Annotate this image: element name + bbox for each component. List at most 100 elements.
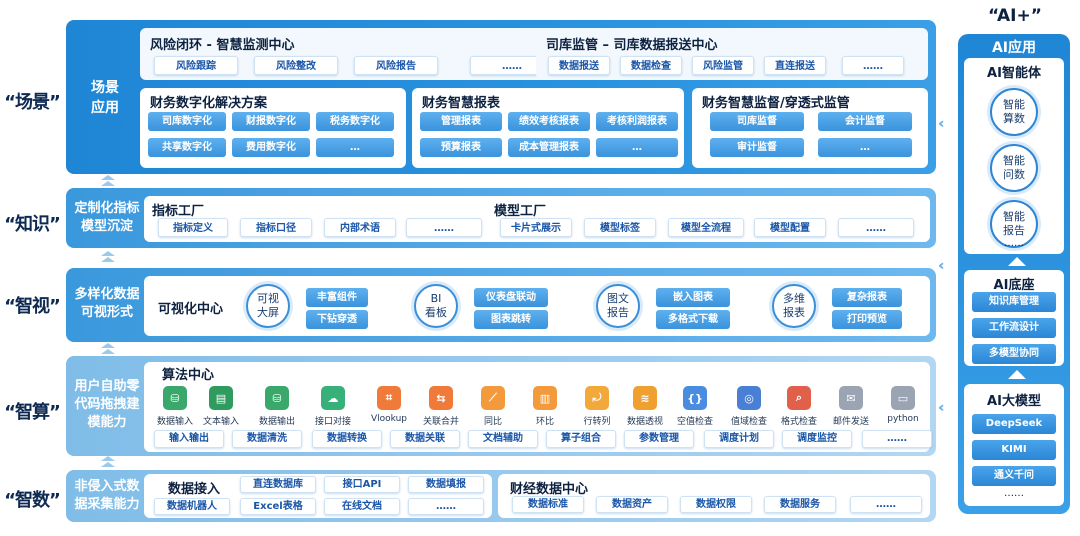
smart-calc-button[interactable]: 智能 算数	[990, 88, 1038, 136]
ai-base-workflow[interactable]: 工作流设计	[972, 318, 1056, 338]
vision-item-dashboard-link[interactable]: 仪表盘联动	[474, 288, 548, 307]
finance-item-permission[interactable]: 数据权限	[680, 496, 752, 513]
compute-pill[interactable]: 文档辅助	[468, 430, 538, 448]
up-arrow-icon	[100, 456, 116, 468]
model-item-more[interactable]: ……	[838, 218, 914, 237]
access-item-robot[interactable]: 数据机器人	[154, 498, 230, 515]
llm-kimi[interactable]: KIMI	[972, 440, 1056, 460]
digital-item-tax[interactable]: 税务数字化	[316, 112, 394, 131]
supervision-item-treasury[interactable]: 司库监督	[710, 112, 804, 131]
treasury-item-submit[interactable]: 数据报送	[548, 56, 610, 75]
row-label-vision: “智视”	[4, 296, 61, 317]
data-access-panel: 数据接入 直连数据库 接口API 数据填报 数据机器人 Excel表格 在线文档…	[144, 474, 492, 518]
double-chevron-left-icon: ‹‹	[938, 400, 943, 416]
compute-pill[interactable]: 输入输出	[154, 430, 224, 448]
access-item-fill[interactable]: 数据填报	[408, 476, 484, 493]
model-item-process[interactable]: 模型全流程	[668, 218, 744, 237]
vision-item-download[interactable]: 多格式下载	[656, 310, 730, 329]
compute-pill[interactable]: ……	[862, 430, 932, 448]
supervision-item-more[interactable]: …	[818, 138, 912, 157]
llm-tongyi[interactable]: 通义千问	[972, 466, 1056, 486]
vision-circle-screen[interactable]: 可视 大屏	[246, 284, 290, 328]
algo-database-out[interactable]: ⛁ 数据输出	[252, 386, 302, 427]
algo-mail[interactable]: ✉ 邮件发送	[826, 386, 876, 427]
algo-null-check[interactable]: {} 空值检查	[670, 386, 720, 427]
access-item-db[interactable]: 直连数据库	[240, 476, 316, 493]
finance-item-service[interactable]: 数据服务	[764, 496, 836, 513]
vision-item-complex[interactable]: 复杂报表	[832, 288, 902, 307]
risk-item-report[interactable]: 风险报告	[354, 56, 438, 75]
risk-item-rectify[interactable]: 风险整改	[254, 56, 338, 75]
treasury-item-risk[interactable]: 风险监管	[692, 56, 754, 75]
vision-circle-bi[interactable]: BI 看板	[414, 284, 458, 328]
algo-bar-chart[interactable]: ▥ 环比	[520, 386, 570, 427]
indicator-item-definition[interactable]: 指标定义	[158, 218, 228, 237]
treasury-item-check[interactable]: 数据检查	[620, 56, 682, 75]
access-item-api[interactable]: 接口API	[324, 476, 400, 493]
risk-item-tracking[interactable]: 风险跟踪	[154, 56, 238, 75]
vision-circle-multidim[interactable]: 多维 报表	[772, 284, 816, 328]
report-item-more[interactable]: …	[596, 138, 678, 157]
smart-query-button[interactable]: 智能 问数	[990, 144, 1038, 192]
ai-llm-title: AI大模型	[987, 394, 1041, 409]
algo-format-check[interactable]: ⌕ 格式检查	[774, 386, 824, 427]
compute-pill[interactable]: 数据转换	[312, 430, 382, 448]
algo-merge[interactable]: ⇆ 关联合并	[416, 386, 466, 427]
compute-pill[interactable]: 调度监控	[782, 430, 852, 448]
compute-pill[interactable]: 参数管理	[624, 430, 694, 448]
algo-range-check[interactable]: ◎ 值域检查	[724, 386, 774, 427]
algo-transpose[interactable]: ⤾ 行转列	[572, 386, 622, 427]
compute-pill[interactable]: 算子组合	[546, 430, 616, 448]
algo-lookup[interactable]: ⌗ Vlookup	[364, 386, 414, 424]
model-item-tag[interactable]: 模型标签	[584, 218, 656, 237]
report-item-kpi[interactable]: 绩效考核报表	[508, 112, 590, 131]
vision-item-chart-jump[interactable]: 图表跳转	[474, 310, 548, 329]
algo-layers[interactable]: ≋ 数据透视	[620, 386, 670, 427]
algo-text-input[interactable]: ▤ 文本输入	[196, 386, 246, 427]
ai-base-multimodel[interactable]: 多模型协同	[972, 344, 1056, 364]
digital-item-expense[interactable]: 费用数字化	[232, 138, 310, 157]
digital-item-more[interactable]: …	[316, 138, 394, 157]
algo-python[interactable]: ▭ python	[878, 386, 928, 424]
digital-item-shared[interactable]: 共享数字化	[148, 138, 226, 157]
vision-item-drilldown[interactable]: 下钻穿透	[306, 310, 368, 329]
algo-database[interactable]: ⛁ 数据输入	[150, 386, 200, 427]
finance-item-more[interactable]: ……	[850, 496, 922, 513]
digital-item-report[interactable]: 财报数字化	[232, 112, 310, 131]
vision-circle-report[interactable]: 图文 报告	[596, 284, 640, 328]
finance-item-asset[interactable]: 数据资产	[596, 496, 668, 513]
supervision-item-audit[interactable]: 审计监督	[710, 138, 804, 157]
vision-item-components[interactable]: 丰富组件	[306, 288, 368, 307]
indicator-item-caliber[interactable]: 指标口径	[240, 218, 312, 237]
access-item-excel[interactable]: Excel表格	[240, 498, 316, 515]
algo-cloud[interactable]: ☁ 接口对接	[308, 386, 358, 427]
data-title-line1: 非侵入式数	[74, 479, 140, 494]
report-item-cost[interactable]: 成本管理报表	[508, 138, 590, 157]
vision-item-print[interactable]: 打印预览	[832, 310, 902, 329]
compute-pill[interactable]: 数据清洗	[232, 430, 302, 448]
report-item-mgmt[interactable]: 管理报表	[420, 112, 502, 131]
model-item-card[interactable]: 卡片式展示	[500, 218, 572, 237]
compute-band-title: 用户自助零 代码拖拽建 模能力	[70, 378, 144, 432]
indicator-item-more[interactable]: ……	[406, 218, 482, 237]
finance-item-standard[interactable]: 数据标准	[512, 496, 584, 513]
access-item-doc[interactable]: 在线文档	[324, 498, 400, 515]
treasury-item-more[interactable]: ……	[842, 56, 904, 75]
digital-item-treasury[interactable]: 司库数字化	[148, 112, 226, 131]
vision-item-embed[interactable]: 嵌入图表	[656, 288, 730, 307]
compute-pill[interactable]: 数据关联	[390, 430, 460, 448]
indicator-item-terms[interactable]: 内部术语	[324, 218, 396, 237]
ai-base-kb[interactable]: 知识库管理	[972, 292, 1056, 312]
llm-deepseek[interactable]: DeepSeek	[972, 414, 1056, 434]
access-item-more[interactable]: ……	[408, 498, 484, 515]
up-arrow-icon	[100, 343, 116, 355]
compute-pill[interactable]: 调度计划	[704, 430, 774, 448]
ai-circle-text: 报告	[1003, 224, 1025, 237]
model-item-config[interactable]: 模型配置	[754, 218, 826, 237]
algo-line-chart[interactable]: ⟋ 同比	[468, 386, 518, 427]
report-item-budget[interactable]: 预算报表	[420, 138, 502, 157]
compute-band: 用户自助零 代码拖拽建 模能力 算法中心 ⛁ 数据输入 ▤ 文本输入 ⛁ 数据输出 ☁ 接口对…	[66, 356, 936, 456]
supervision-item-accounting[interactable]: 会计监督	[818, 112, 912, 131]
treasury-item-direct[interactable]: 直连报送	[764, 56, 826, 75]
report-item-profit[interactable]: 考核利润报表	[596, 112, 678, 131]
